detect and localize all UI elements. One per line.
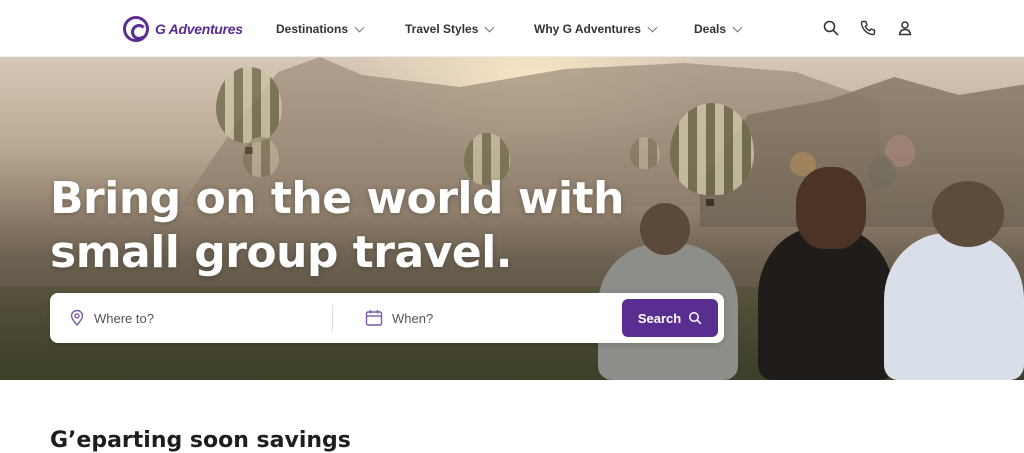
search-divider [332, 305, 333, 331]
search-button[interactable]: Search [622, 299, 718, 337]
section-title: G’eparting soon savings [50, 428, 351, 453]
balloon-basket-image [706, 199, 714, 206]
nav-deals-label: Deals [694, 22, 727, 36]
hot-air-balloon-image [216, 67, 282, 143]
calendar-icon [365, 310, 383, 326]
hero-title-line-2: small group travel. [50, 227, 513, 278]
g-logo-icon [123, 16, 149, 42]
user-icon[interactable] [896, 19, 914, 37]
person-image [884, 233, 1024, 380]
hot-air-balloon-image [868, 155, 896, 189]
map-pin-icon [70, 309, 84, 327]
where-to-field[interactable] [68, 293, 318, 343]
logo-text: G Adventures [155, 21, 243, 37]
nav-travel-styles[interactable]: Travel Styles [405, 20, 495, 38]
phone-icon[interactable] [859, 19, 877, 37]
chevron-down-icon [732, 22, 743, 32]
hero-title-line-1: Bring on the world with [50, 173, 624, 224]
search-icon [689, 312, 702, 325]
nav-deals[interactable]: Deals [694, 20, 743, 38]
nav-why-g-adventures-label: Why G Adventures [534, 22, 641, 36]
nav-travel-styles-label: Travel Styles [405, 22, 479, 36]
hot-air-balloon-image [630, 137, 660, 169]
trip-search-bar: Search [50, 293, 724, 343]
logo[interactable]: G Adventures [123, 15, 243, 43]
nav-destinations-label: Destinations [276, 22, 349, 36]
hot-air-balloon-image [670, 103, 754, 195]
person-image [758, 227, 894, 380]
where-to-input[interactable] [94, 310, 294, 326]
nav-destinations[interactable]: Destinations [276, 20, 365, 38]
when-field[interactable] [364, 293, 614, 343]
search-button-label: Search [637, 310, 682, 326]
hero-banner: Bring on the world with small group trav… [0, 57, 1024, 380]
person-head-image [796, 167, 866, 249]
person-head-image [932, 181, 1004, 247]
site-header: G Adventures Destinations Travel Styles … [0, 0, 1024, 57]
search-icon[interactable] [822, 19, 840, 37]
when-input[interactable] [392, 310, 592, 326]
nav-why-g-adventures[interactable]: Why G Adventures [534, 20, 658, 38]
chevron-down-icon [354, 22, 365, 32]
chevron-down-icon [647, 22, 658, 32]
hero-title: Bring on the world with small group trav… [50, 172, 670, 280]
hot-air-balloon-image [243, 137, 279, 177]
chevron-down-icon [484, 22, 495, 32]
